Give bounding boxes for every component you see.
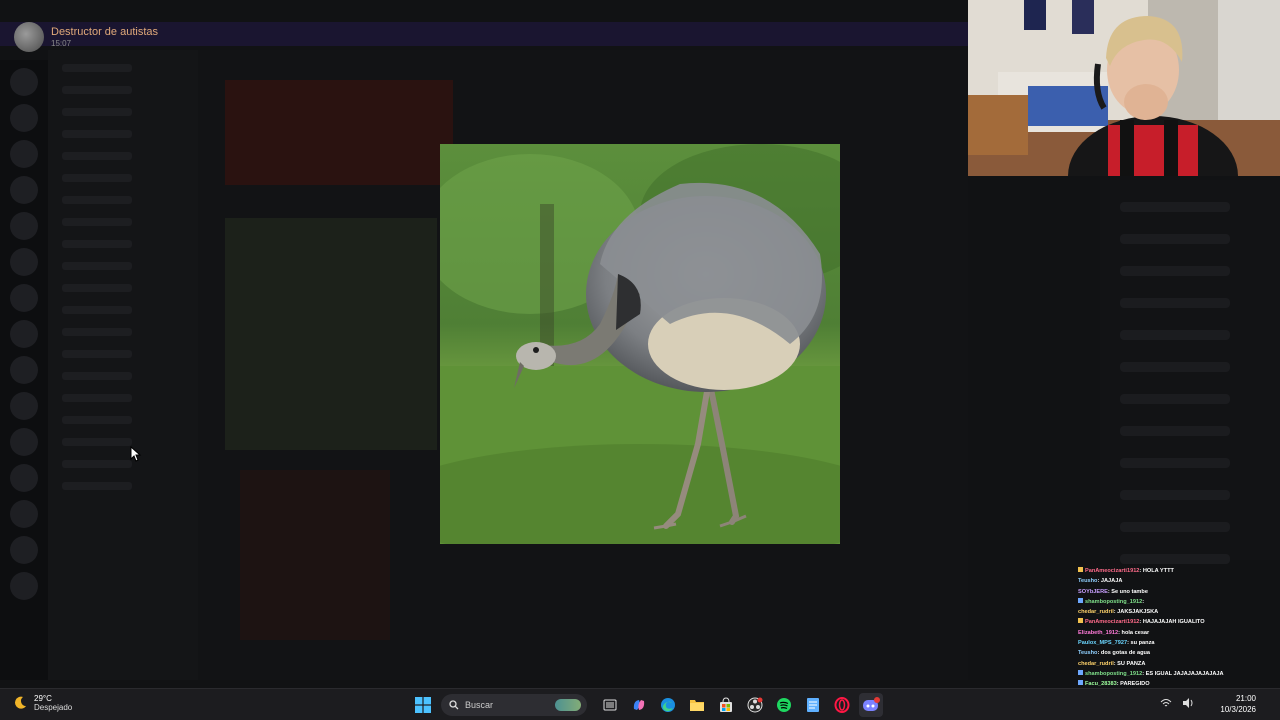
attachment-thumbnail [240, 470, 390, 640]
server-list [0, 60, 48, 680]
avatar[interactable] [14, 22, 44, 52]
member-list [1100, 180, 1280, 564]
author-info: Destructor de autistas 15:07 [51, 26, 158, 48]
chat-message: shamboposting_1912: ES IGUAL JAJAJAJAJAJ… [1078, 669, 1278, 679]
search-highlight-icon [555, 699, 581, 711]
chat-message: PanAmeocizarti1912: HOLA YTTT [1078, 566, 1278, 576]
chat-message: chedar_rudril: JAKSJAKJSKA [1078, 607, 1278, 617]
edge-icon[interactable] [656, 693, 680, 717]
chat-text: : HAJAJAJAH IGUALITO [1139, 619, 1205, 626]
chat-text: : JAJAJA [1097, 578, 1123, 585]
screen: Destructor de autistas 15:07 PanAmeociza… [0, 0, 1280, 720]
chat-username: shamboposting_1912 [1085, 598, 1143, 605]
chat-badge-icon [1078, 597, 1083, 603]
store-icon[interactable] [714, 693, 738, 717]
obs-icon[interactable] [743, 693, 767, 717]
chat-badge-icon [1078, 618, 1083, 624]
rhea-bird-photo [440, 144, 840, 544]
chat-text: : dos gotas de agua [1097, 650, 1151, 657]
clock-date: 10/3/2026 [1220, 705, 1256, 714]
clock[interactable]: 21:00 10/3/2026 [1220, 694, 1256, 714]
chat-text: : [1142, 598, 1145, 605]
task-view-icon[interactable] [598, 693, 622, 717]
notepad-icon[interactable] [801, 693, 825, 717]
volume-icon[interactable] [1182, 697, 1194, 709]
chat-message: Teusho: dos gotas de agua [1078, 648, 1278, 658]
chat-username: PanAmeocizarti1912 [1085, 568, 1140, 574]
chat-username: chedar_rudril [1078, 660, 1114, 667]
post-time: 15:07 [51, 39, 72, 48]
chat-username: SOYbJERE [1078, 588, 1108, 595]
attachment-thumbnail [225, 218, 437, 450]
weather-widget[interactable]: 29°C Despejado [12, 694, 72, 712]
taskbar-search[interactable]: Buscar [441, 694, 587, 716]
chat-text: : su panza [1127, 640, 1155, 647]
file-explorer-icon[interactable] [685, 693, 709, 717]
chat-text: : PAREGIDO [1116, 681, 1150, 688]
weather-temperature: 29°C [34, 694, 52, 703]
discord-icon[interactable] [858, 693, 883, 717]
chat-message: chedar_rudril: SU PANZA [1078, 659, 1278, 669]
windows-start-icon[interactable] [411, 693, 435, 717]
copilot-icon[interactable] [627, 693, 651, 717]
enlarged-image[interactable] [440, 144, 840, 544]
taskbar-apps: Buscar [408, 693, 885, 717]
taskbar: 29°C Despejado Buscar 21:00 10/3/2026 [0, 688, 1280, 720]
chat-username: Paulox_MPS_7927 [1078, 640, 1128, 647]
search-placeholder: Buscar [465, 700, 494, 710]
mouse-cursor-icon [130, 446, 142, 462]
streamer-webcam [968, 0, 1280, 176]
chat-message: PanAmeocizarti1912: HAJAJAJAH IGUALITO [1078, 617, 1278, 627]
chat-message: Teusho: JAJAJA [1078, 576, 1278, 586]
chat-username: shamboposting_1912 [1085, 670, 1143, 677]
attachment-thumbnail [225, 80, 453, 185]
chat-username: Facu_28383 [1085, 681, 1117, 688]
chat-text: : hola cesar [1118, 629, 1150, 636]
moon-icon [15, 696, 26, 709]
channel-list [48, 50, 198, 680]
chat-username: Teusho [1078, 650, 1098, 657]
spotify-icon[interactable] [772, 693, 796, 717]
search-icon [449, 700, 459, 710]
chat-text: : Se uno tambe [1107, 588, 1148, 595]
chat-text: : SU PANZA [1113, 660, 1146, 667]
chat-text: : HOLA YTTT [1139, 568, 1174, 574]
clock-time: 21:00 [1235, 694, 1256, 703]
chat-username: chedar_rudril [1078, 609, 1114, 616]
system-tray [1160, 697, 1194, 709]
author-name[interactable]: Destructor de autistas [51, 26, 158, 38]
chat-username: PanAmeocizarti1912 [1085, 619, 1140, 626]
wifi-icon[interactable] [1160, 697, 1172, 709]
chat-badge-icon [1078, 567, 1083, 572]
chat-text: : JAKSJAKJSKA [1113, 609, 1159, 616]
chat-username: Teusho [1078, 578, 1098, 585]
chat-username: Elizabeth_1912 [1078, 629, 1119, 636]
webcam-feed [968, 0, 1280, 176]
image-author[interactable]: Destructor de autistas 15:07 [14, 22, 158, 52]
chat-badge-icon [1078, 669, 1083, 675]
chat-badge-icon [1078, 680, 1083, 686]
weather-description: Despejado [34, 703, 73, 712]
chat-message: SOYbJERE: Se uno tambe [1078, 587, 1278, 597]
chat-text: : ES IGUAL JAJAJAJAJAJAJA [1142, 670, 1224, 677]
chat-message: Elizabeth_1912: hola cesar [1078, 628, 1278, 638]
opera-gx-icon[interactable] [830, 693, 854, 717]
chat-message: Paulox_MPS_7927: su panza [1078, 638, 1278, 648]
chat-message: shamboposting_1912: [1078, 597, 1278, 607]
